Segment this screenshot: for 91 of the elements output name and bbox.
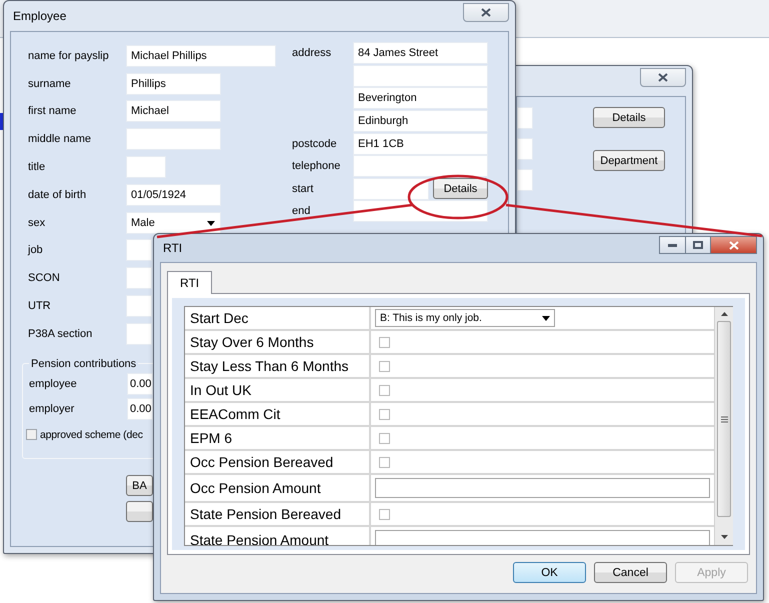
property-label: EEAComm Cit bbox=[185, 403, 371, 425]
field-label: sex bbox=[28, 216, 46, 229]
field-label: address bbox=[292, 47, 332, 60]
field-label: P38A section bbox=[28, 328, 94, 340]
field-label: name for payslip bbox=[28, 50, 110, 62]
close-icon bbox=[658, 73, 668, 82]
minimize-icon bbox=[668, 244, 677, 246]
checkbox[interactable] bbox=[379, 456, 390, 468]
property-label: Stay Over 6 Months bbox=[185, 331, 371, 353]
dialog-button[interactable]: Cancel bbox=[594, 562, 667, 583]
checkbox[interactable] bbox=[379, 508, 390, 520]
text-field[interactable]: Michael bbox=[126, 100, 221, 122]
property-label: In Out UK bbox=[185, 379, 371, 401]
close-button[interactable] bbox=[640, 68, 686, 87]
grip-icon bbox=[720, 416, 728, 422]
window-title: Employee bbox=[12, 9, 66, 23]
caret-icon bbox=[542, 316, 550, 320]
close-icon bbox=[728, 240, 738, 250]
tab[interactable]: RTI bbox=[167, 271, 212, 294]
amount-field[interactable] bbox=[375, 530, 710, 545]
checkbox[interactable] bbox=[26, 429, 37, 440]
field-label: start bbox=[292, 182, 314, 195]
field-label: SCON bbox=[28, 272, 61, 284]
checkbox[interactable] bbox=[379, 336, 390, 348]
scrollbar[interactable] bbox=[714, 307, 733, 545]
text-field[interactable] bbox=[353, 178, 429, 200]
field-label: UTR bbox=[28, 300, 52, 312]
field-label: first name bbox=[28, 105, 78, 118]
text-field[interactable]: Phillips bbox=[126, 72, 221, 95]
dialog-button[interactable]: OK bbox=[513, 562, 586, 583]
text-field[interactable]: 84 James Street bbox=[353, 42, 488, 64]
text-field[interactable] bbox=[126, 295, 152, 318]
text-field[interactable] bbox=[126, 128, 221, 150]
property-label: Start Dec bbox=[185, 307, 371, 329]
text-field[interactable] bbox=[353, 64, 488, 87]
field-label: employer bbox=[29, 403, 76, 416]
field-label: job bbox=[28, 244, 44, 256]
text-field[interactable] bbox=[517, 138, 533, 160]
close-icon bbox=[481, 8, 491, 17]
field-label: end bbox=[292, 205, 312, 218]
text-field[interactable]: Edinburgh bbox=[353, 110, 488, 132]
checkbox[interactable] bbox=[379, 408, 390, 420]
field-label: title bbox=[28, 161, 46, 174]
field-label: postcode bbox=[292, 138, 338, 150]
text-field[interactable] bbox=[126, 267, 152, 290]
caret-icon bbox=[207, 220, 215, 226]
field-label: employee bbox=[29, 378, 78, 390]
start-dec-dropdown[interactable]: B: This is my only job. bbox=[375, 309, 555, 327]
text-field[interactable] bbox=[126, 322, 152, 345]
scroll-up-icon bbox=[720, 312, 728, 316]
property-label: State Pension Bereaved bbox=[185, 503, 371, 525]
text-field[interactable] bbox=[517, 107, 533, 129]
form-button[interactable]: BA bbox=[126, 475, 153, 496]
form-button[interactable]: Department bbox=[593, 150, 665, 171]
property-label: Stay Less Than 6 Months bbox=[185, 355, 371, 377]
property-label: EPM 6 bbox=[185, 427, 371, 449]
checkbox[interactable] bbox=[379, 360, 390, 372]
amount-field[interactable] bbox=[375, 478, 710, 498]
window-title: RTI bbox=[162, 241, 182, 255]
close-button[interactable] bbox=[710, 236, 757, 254]
field-label: middle name bbox=[28, 133, 92, 146]
text-field[interactable] bbox=[517, 169, 533, 191]
field-label: date of birth bbox=[28, 188, 88, 201]
maximize-button[interactable] bbox=[685, 236, 711, 254]
scroll-thumb[interactable] bbox=[717, 321, 731, 517]
form-button[interactable] bbox=[126, 501, 153, 522]
group-title: Pension contributions bbox=[30, 358, 138, 370]
text-field[interactable]: 0.00 bbox=[127, 373, 153, 396]
form-button[interactable]: Details bbox=[593, 107, 665, 128]
property-label: State Pension Amount bbox=[185, 527, 371, 545]
text-field[interactable]: Beverington bbox=[353, 87, 488, 110]
details-button[interactable]: Details bbox=[433, 178, 488, 200]
close-button[interactable] bbox=[463, 3, 509, 22]
text-field[interactable]: EH1 1CB bbox=[353, 132, 488, 154]
field-label: surname bbox=[28, 78, 72, 90]
scroll-down-icon bbox=[720, 535, 728, 539]
text-field[interactable]: 0.00 bbox=[127, 398, 153, 420]
sex-dropdown[interactable]: Male bbox=[126, 212, 221, 234]
checkbox-label: approved scheme (dec bbox=[40, 428, 143, 441]
text-field[interactable] bbox=[126, 156, 166, 178]
property-label: Occ Pension Bereaved bbox=[185, 451, 371, 473]
text-field[interactable] bbox=[126, 239, 152, 262]
maximize-icon bbox=[693, 241, 703, 249]
text-field[interactable]: Michael Phillips bbox=[126, 44, 276, 67]
text-field[interactable] bbox=[353, 155, 488, 178]
field-label: telephone bbox=[292, 160, 342, 172]
checkbox[interactable] bbox=[379, 384, 390, 396]
checkbox[interactable] bbox=[379, 432, 390, 444]
text-field[interactable]: 01/05/1924 bbox=[126, 184, 221, 206]
minimize-button[interactable] bbox=[659, 236, 686, 254]
property-label: Occ Pension Amount bbox=[185, 475, 371, 501]
